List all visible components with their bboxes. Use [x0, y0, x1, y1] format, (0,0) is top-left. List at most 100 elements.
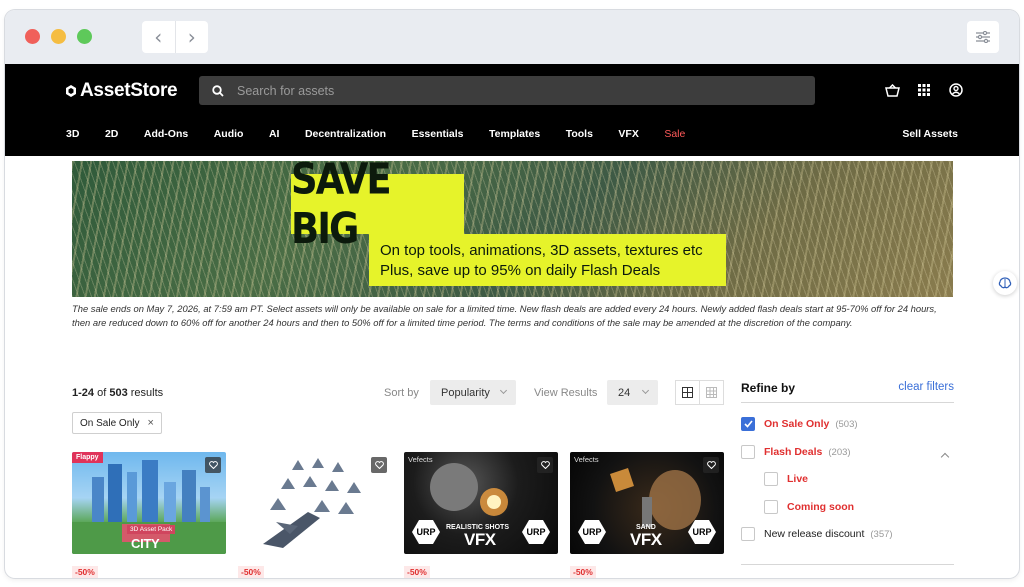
- assistant-brain-icon[interactable]: [993, 271, 1017, 295]
- back-icon[interactable]: ‹: [142, 21, 176, 53]
- product-card[interactable]: [238, 452, 392, 554]
- filter-count: (503): [835, 418, 858, 430]
- card-title-art: VFX: [630, 530, 662, 549]
- nav-tools[interactable]: Tools: [566, 128, 593, 140]
- browser-window: ‹ › AssetStore Search for assets 3D 2D A…: [5, 10, 1019, 578]
- banner-line-1: On top tools, animations, 3D assets, tex…: [380, 242, 703, 259]
- banner-headline-box: SAVE BIG: [291, 161, 464, 253]
- divider: [741, 564, 954, 565]
- maximize-window-button[interactable]: [77, 29, 92, 44]
- filter-on-sale-only[interactable]: On Sale Only (503): [741, 417, 858, 431]
- chevron-down-icon: [499, 386, 508, 395]
- filter-label: Flash Deals: [764, 446, 823, 458]
- forward-icon[interactable]: ›: [176, 21, 209, 53]
- checkbox[interactable]: [764, 472, 778, 486]
- results-range: 1-24: [72, 387, 95, 399]
- clear-filters-link[interactable]: clear filters: [898, 381, 954, 393]
- search-bar[interactable]: [199, 76, 815, 105]
- banner-line-2: Plus, save up to 95% on daily Flash Deal…: [380, 262, 661, 279]
- active-filter-chip[interactable]: On Sale Only ×: [72, 412, 162, 434]
- refine-panel: Refine by clear filters On Sale Only (50…: [741, 381, 954, 565]
- cart-icon[interactable]: [883, 81, 901, 99]
- results-of: of: [97, 387, 107, 399]
- checkbox[interactable]: [741, 527, 755, 541]
- search-input[interactable]: [237, 83, 797, 98]
- filter-live[interactable]: Live: [764, 472, 808, 486]
- sell-assets-link[interactable]: Sell Assets: [902, 128, 958, 140]
- nav-add-ons[interactable]: Add-Ons: [144, 128, 188, 140]
- apps-grid-icon[interactable]: [915, 81, 933, 99]
- browser-chrome: ‹ ›: [5, 10, 1019, 64]
- nav-vfx[interactable]: VFX: [618, 128, 638, 140]
- account-icon[interactable]: [947, 81, 965, 99]
- view-results-dropdown[interactable]: 24: [607, 380, 658, 405]
- grid-small-icon[interactable]: [700, 381, 723, 404]
- view-results-label: View Results: [534, 387, 598, 399]
- product-card[interactable]: Vefects URP SAND VFX URP: [570, 452, 724, 554]
- minimize-window-button[interactable]: [51, 29, 66, 44]
- results-total: 503: [109, 387, 128, 399]
- sort-value: Popularity: [441, 386, 490, 399]
- settings-sliders-icon[interactable]: [967, 21, 999, 53]
- wishlist-heart-icon[interactable]: [537, 457, 553, 473]
- results-count: 1-24 of 503 results: [72, 387, 163, 399]
- sale-banner[interactable]: SAVE BIG On top tools, animations, 3D as…: [72, 161, 953, 297]
- checkbox[interactable]: [741, 445, 755, 459]
- sort-label: Sort by: [384, 387, 419, 399]
- asset-pack-badge: 3D Asset Pack: [127, 525, 176, 534]
- active-filter-label: On Sale Only: [80, 417, 140, 429]
- nav-sale[interactable]: Sale: [664, 128, 685, 140]
- wishlist-heart-icon[interactable]: [371, 457, 387, 473]
- filter-label: New release discount: [764, 528, 865, 540]
- sale-terms: The sale ends on May 7, 2026, at 7:59 am…: [72, 303, 937, 328]
- filter-count: (357): [870, 528, 893, 540]
- nav-decentralization[interactable]: Decentralization: [305, 128, 386, 140]
- filter-label: On Sale Only: [764, 418, 830, 430]
- divider: [741, 402, 954, 403]
- filter-new-release-discount[interactable]: New release discount (357): [741, 527, 893, 541]
- chevron-down-icon: [641, 386, 650, 395]
- logo-text: AssetStore: [80, 80, 178, 101]
- remove-filter-icon[interactable]: ×: [147, 417, 153, 429]
- discount-badge: -50%: [570, 566, 596, 578]
- checkbox-checked[interactable]: [741, 417, 755, 431]
- filter-coming-soon[interactable]: Coming soon: [764, 500, 854, 514]
- product-card[interactable]: Vefects URP REALISTIC SHOTS VFX URP: [404, 452, 558, 554]
- nav-audio[interactable]: Audio: [214, 128, 244, 140]
- nav-essentials[interactable]: Essentials: [412, 128, 464, 140]
- product-thumbnail: [263, 458, 361, 548]
- discount-badge: -50%: [238, 566, 264, 578]
- nav-ai[interactable]: AI: [269, 128, 280, 140]
- history-nav: ‹ ›: [142, 21, 208, 53]
- unity-logo-icon: [66, 85, 76, 97]
- site-header: AssetStore 3D 2D Add-Ons Audio AI D: [5, 64, 1019, 156]
- grid-large-icon[interactable]: [676, 381, 700, 404]
- filter-flash-deals[interactable]: Flash Deals (203): [741, 445, 851, 459]
- wishlist-heart-icon[interactable]: [205, 457, 221, 473]
- wishlist-heart-icon[interactable]: [703, 457, 719, 473]
- sort-dropdown[interactable]: Popularity: [430, 380, 516, 405]
- filter-label: Coming soon: [787, 501, 855, 513]
- filter-label: Live: [787, 473, 809, 485]
- nav-3d[interactable]: 3D: [66, 128, 79, 140]
- chevron-up-icon[interactable]: [940, 452, 950, 462]
- publisher-label: Vefects: [408, 455, 433, 464]
- banner-subtext-box: On top tools, animations, 3D assets, tex…: [369, 234, 726, 286]
- layout-toggle: [675, 380, 724, 405]
- category-nav: 3D 2D Add-Ons Audio AI Decentralization …: [66, 128, 711, 140]
- close-window-button[interactable]: [25, 29, 40, 44]
- asset-store-logo[interactable]: AssetStore: [65, 80, 178, 102]
- product-card[interactable]: Flappy 3D Asset Pack CITY: [72, 452, 226, 554]
- results-suffix: results: [130, 387, 164, 399]
- view-results-value: 24: [618, 386, 631, 399]
- discount-badge: -50%: [72, 566, 98, 578]
- header-actions: [883, 81, 965, 99]
- publisher-badge: Flappy: [72, 452, 103, 463]
- nav-templates[interactable]: Templates: [489, 128, 540, 140]
- checkbox[interactable]: [764, 500, 778, 514]
- search-icon: [199, 84, 237, 97]
- card-title-art: CITY: [131, 536, 160, 551]
- nav-2d[interactable]: 2D: [105, 128, 118, 140]
- publisher-label: Vefects: [574, 455, 599, 464]
- filter-count: (203): [828, 446, 851, 458]
